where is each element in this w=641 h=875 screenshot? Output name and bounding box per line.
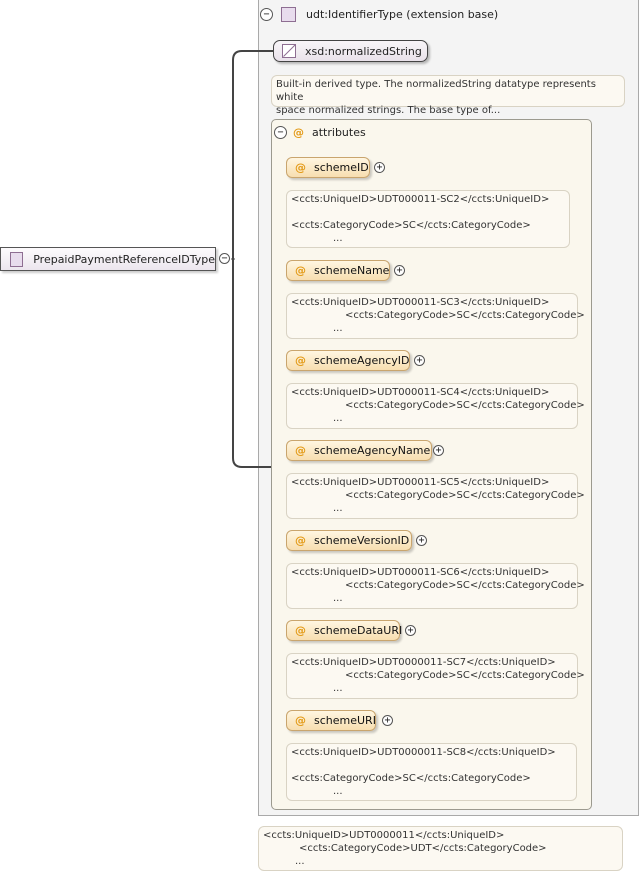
- type-doc: <ccts:UniqueID>UDT0000011</ccts:UniqueID…: [258, 826, 623, 871]
- doc-ellipsis: ...: [333, 233, 343, 244]
- doc-line: [291, 759, 572, 772]
- bracket-connector: [232, 50, 273, 468]
- attribute-node-schemeid[interactable]: @ schemeID: [286, 157, 370, 178]
- attribute-expand-toggle[interactable]: +: [405, 625, 416, 636]
- attribute-name: schemeID: [314, 161, 369, 174]
- doc-ellipsis: ...: [333, 413, 343, 424]
- attribute-at-icon: @: [295, 161, 306, 174]
- root-type-node[interactable]: PrepaidPaymentReferenceIDType: [0, 247, 216, 271]
- base-type-node[interactable]: xsd:normalizedString: [273, 40, 428, 62]
- attribute-doc: <ccts:UniqueID>UDT000011-SC2</ccts:Uniqu…: [286, 190, 570, 248]
- base-type-name: xsd:normalizedString: [305, 44, 422, 58]
- doc-line: <ccts:UniqueID>UDT000011-SC5</ccts:Uniqu…: [291, 477, 550, 488]
- attribute-node-schemeversionid[interactable]: @ schemeVersionID: [286, 530, 412, 551]
- root-type-name: PrepaidPaymentReferenceIDType: [33, 252, 215, 266]
- doc-line: <ccts:CategoryCode>SC</ccts:CategoryCode…: [291, 773, 531, 784]
- doc-line: <ccts:CategoryCode>SC</ccts:CategoryCode…: [345, 400, 585, 411]
- doc-line: <ccts:UniqueID>UDT0000011</ccts:UniqueID…: [263, 830, 505, 841]
- attribute-name: schemeName: [314, 264, 390, 277]
- attribute-name: schemeVersionID: [314, 534, 410, 547]
- doc-line: <ccts:UniqueID>UDT000011-SC2</ccts:Uniqu…: [291, 194, 550, 205]
- attribute-expand-toggle[interactable]: +: [414, 355, 425, 366]
- doc-line: <ccts:CategoryCode>SC</ccts:CategoryCode…: [345, 310, 585, 321]
- attribute-node-schemeuri[interactable]: @ schemeURI: [286, 710, 376, 731]
- doc-ellipsis: ...: [333, 323, 343, 334]
- attribute-at-icon: @: [295, 354, 306, 367]
- attribute-expand-toggle[interactable]: +: [394, 265, 405, 276]
- doc-line: <ccts:CategoryCode>SC</ccts:CategoryCode…: [291, 220, 531, 231]
- attribute-at-icon: @: [295, 444, 306, 457]
- simple-type-icon: [282, 44, 296, 58]
- attribute-doc: <ccts:UniqueID>UDT0000011-SC7</ccts:Uniq…: [286, 653, 585, 699]
- attributes-collapse-toggle[interactable]: −: [274, 125, 287, 139]
- attribute-doc: <ccts:UniqueID>UDT000011-SC4</ccts:Uniqu…: [286, 383, 585, 429]
- attribute-doc: <ccts:UniqueID>UDT000011-SC5</ccts:Uniqu…: [286, 473, 585, 519]
- attribute-at-icon: @: [295, 534, 306, 547]
- doc-line: <ccts:CategoryCode>SC</ccts:CategoryCode…: [345, 580, 585, 591]
- doc-line: <ccts:UniqueID>UDT0000011-SC8</ccts:Uniq…: [291, 747, 556, 758]
- attributes-title: attributes: [312, 125, 366, 139]
- attribute-at-icon: @: [295, 624, 306, 637]
- doc-line: <ccts:CategoryCode>UDT</ccts:CategoryCod…: [299, 843, 547, 854]
- doc-line: <ccts:CategoryCode>SC</ccts:CategoryCode…: [345, 670, 585, 681]
- doc-line: <ccts:UniqueID>UDT000011-SC3</ccts:Uniqu…: [291, 297, 550, 308]
- doc-ellipsis: ...: [295, 856, 305, 867]
- attribute-expand-toggle[interactable]: +: [416, 535, 427, 546]
- attribute-name: schemeURI: [314, 714, 376, 727]
- attribute-at-icon: @: [295, 714, 306, 727]
- doc-line: <ccts:UniqueID>UDT000011-SC4</ccts:Uniqu…: [291, 387, 550, 398]
- doc-line: <ccts:CategoryCode>SC</ccts:CategoryCode…: [345, 490, 585, 501]
- attribute-node-schemeagencyid[interactable]: @ schemeAgencyID: [286, 350, 410, 371]
- attribute-at-icon: @: [295, 264, 306, 277]
- attribute-name: schemeDataURI: [314, 624, 403, 637]
- attribute-node-schemeagencyname[interactable]: @ schemeAgencyName: [286, 440, 432, 461]
- doc-line: <ccts:UniqueID>UDT000011-SC6</ccts:Uniqu…: [291, 567, 550, 578]
- complex-type-icon: [10, 251, 24, 267]
- doc-line: [291, 206, 565, 219]
- attribute-doc: <ccts:UniqueID>UDT000011-SC3</ccts:Uniqu…: [286, 293, 585, 339]
- attribute-name: schemeAgencyName: [314, 444, 431, 457]
- attribute-doc: <ccts:UniqueID>UDT0000011-SC8</ccts:Uniq…: [286, 743, 577, 801]
- doc-line: Built-in derived type. The normalizedStr…: [276, 79, 596, 103]
- root-collapse-toggle[interactable]: −: [219, 253, 230, 264]
- attribute-name: schemeAgencyID: [314, 354, 410, 367]
- attribute-node-schemedatauri[interactable]: @ schemeDataURI: [286, 620, 403, 641]
- doc-ellipsis: ...: [333, 593, 343, 604]
- attribute-doc: <ccts:UniqueID>UDT000011-SC6</ccts:Uniqu…: [286, 563, 585, 609]
- doc-ellipsis: ...: [333, 786, 343, 797]
- attributes-header: − @ attributes: [274, 123, 366, 141]
- doc-ellipsis: ...: [333, 503, 343, 514]
- attribute-expand-toggle[interactable]: +: [382, 715, 393, 726]
- attribute-expand-toggle[interactable]: +: [433, 445, 444, 456]
- doc-ellipsis: ...: [333, 683, 343, 694]
- attribute-node-schemename[interactable]: @ schemeName: [286, 260, 390, 281]
- base-type-doc: Built-in derived type. The normalizedStr…: [271, 75, 625, 116]
- doc-line: <ccts:UniqueID>UDT0000011-SC7</ccts:Uniq…: [291, 657, 556, 668]
- attribute-at-icon: @: [293, 125, 304, 139]
- attribute-expand-toggle[interactable]: +: [374, 162, 385, 173]
- doc-line: space normalized strings. The base type …: [276, 105, 501, 116]
